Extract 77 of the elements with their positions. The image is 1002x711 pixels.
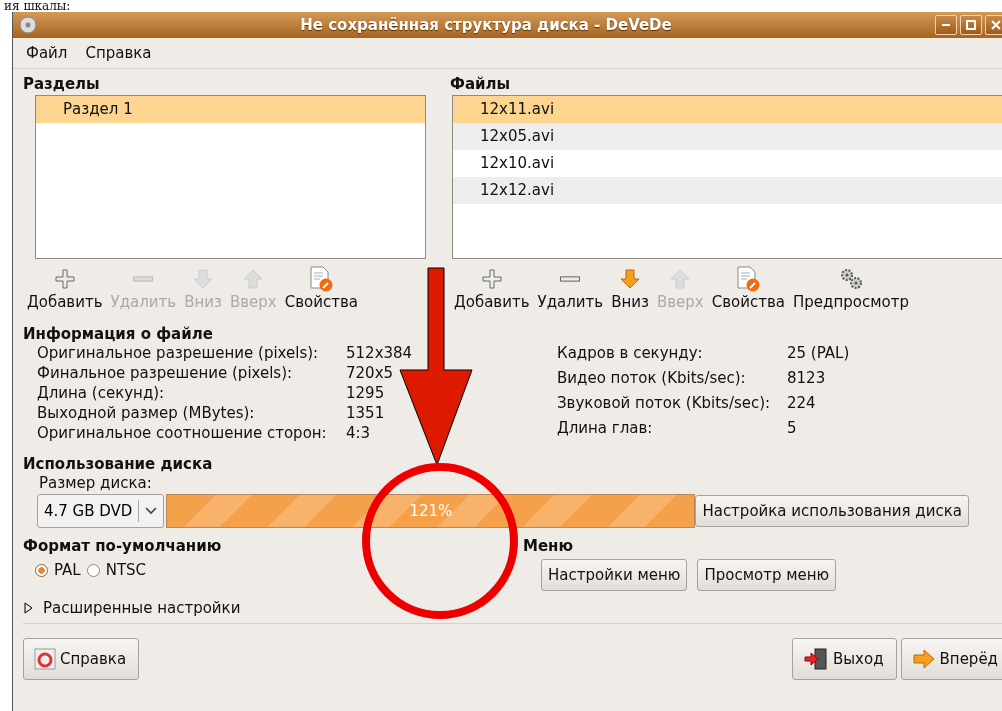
section-heading: Меню bbox=[523, 537, 575, 555]
menu-button[interactable]: Настройки меню bbox=[541, 559, 688, 591]
info-label: Длина глав: bbox=[557, 418, 654, 439]
info-label: Оригинальное разрешение (pixels): bbox=[37, 343, 320, 363]
toolbar-button[interactable]: Вниз bbox=[607, 265, 653, 311]
info-label: Оригинальное соотношение сторон: bbox=[37, 423, 328, 443]
disk-usage-settings-button[interactable]: Настройка использования диска bbox=[695, 495, 969, 527]
field-label: Размер диска: bbox=[38, 473, 153, 493]
menu-item[interactable]: Справка bbox=[85, 44, 152, 62]
plus-icon bbox=[480, 268, 503, 290]
info-label: Видео поток (Kbits/sec): bbox=[557, 368, 747, 389]
list-item[interactable]: Раздел 1 bbox=[36, 96, 425, 123]
info-label: Звуковой поток (Kbits/sec): bbox=[557, 393, 772, 414]
quit-button[interactable]: Выход bbox=[792, 638, 897, 680]
expander[interactable]: Расширенные настройки bbox=[23, 599, 1002, 617]
section-heading: Информация о файле bbox=[23, 325, 214, 343]
lifebuoy-icon bbox=[34, 648, 56, 670]
info-value: 1351 bbox=[346, 403, 386, 423]
disc-icon bbox=[19, 16, 37, 34]
list-item[interactable]: 12x10.avi bbox=[453, 150, 1002, 177]
page-caption: ия шкалы: bbox=[3, 0, 72, 12]
document-wrench-icon bbox=[735, 266, 762, 292]
radio-button[interactable]: NTSC bbox=[86, 561, 147, 579]
minimize-icon bbox=[942, 24, 950, 26]
toolbar-button[interactable]: Удалить bbox=[533, 265, 608, 311]
plus-icon bbox=[53, 268, 76, 290]
expander-label: Расширенные настройки bbox=[43, 599, 241, 617]
maximize-button[interactable] bbox=[960, 15, 982, 35]
section-heading: Формат по-умолчанию bbox=[23, 537, 223, 555]
toolbar-button[interactable]: Добавить bbox=[23, 265, 107, 311]
next-button[interactable]: Вперёд bbox=[900, 638, 1002, 680]
toolbar-button[interactable]: Свойства bbox=[707, 265, 789, 311]
right-arrow-icon bbox=[911, 649, 936, 669]
expander-triangle-icon bbox=[23, 602, 33, 614]
info-value: 4:3 bbox=[346, 423, 372, 443]
toolbar-button[interactable]: Предпросмотр bbox=[789, 265, 913, 311]
section-heading: Файлы bbox=[450, 75, 512, 93]
window-title: Не сохранённая структура диска - DeVeDe bbox=[299, 16, 673, 34]
disk-size-dropdown[interactable]: 4.7 GB DVD bbox=[37, 494, 165, 528]
help-button[interactable]: Справка bbox=[23, 638, 140, 680]
close-icon bbox=[991, 20, 1001, 30]
list-item[interactable]: 12x11.avi bbox=[453, 96, 1002, 123]
radio-circle[interactable] bbox=[86, 563, 100, 577]
info-label: Выходной размер (MBytes): bbox=[37, 403, 256, 423]
toolbar-button[interactable]: Свойства bbox=[280, 265, 362, 311]
radio-button[interactable]: PAL bbox=[35, 561, 81, 579]
info-value: 25 (PAL) bbox=[787, 343, 850, 364]
down-arrow-icon bbox=[192, 268, 215, 290]
usage-percent: 121% bbox=[408, 501, 454, 522]
info-value: 5 bbox=[787, 418, 798, 439]
list-item[interactable]: 12x12.avi bbox=[453, 177, 1002, 204]
minus-icon bbox=[133, 276, 154, 282]
up-arrow-icon bbox=[669, 268, 692, 290]
info-value: 224 bbox=[787, 393, 817, 414]
close-button[interactable] bbox=[985, 15, 1002, 35]
maximize-icon bbox=[966, 20, 976, 30]
info-value: 1295 bbox=[346, 383, 386, 403]
minimize-button[interactable] bbox=[935, 15, 957, 35]
toolbar-button[interactable]: Добавить bbox=[450, 265, 534, 311]
info-label: Длина (секунд): bbox=[37, 383, 166, 403]
menu-button[interactable]: Просмотр меню bbox=[697, 559, 837, 591]
radio-circle[interactable] bbox=[35, 563, 48, 577]
info-value: 720x5 bbox=[346, 363, 395, 383]
info-label: Кадров в секунду: bbox=[557, 343, 704, 364]
info-label: Финальное разрешение (pixels): bbox=[37, 363, 294, 383]
document-wrench-icon bbox=[308, 266, 335, 292]
up-arrow-icon bbox=[242, 268, 265, 290]
list-item[interactable]: 12x05.avi bbox=[453, 123, 1002, 150]
chevron-down-icon bbox=[145, 507, 158, 515]
section-heading: Разделы bbox=[23, 75, 101, 93]
down-arrow-icon bbox=[619, 268, 642, 290]
minus-icon bbox=[560, 276, 581, 282]
exit-door-icon bbox=[803, 648, 829, 670]
info-value: 512x384 bbox=[346, 343, 414, 363]
section-heading: Использование диска bbox=[23, 455, 214, 473]
menu-item[interactable]: Файл bbox=[26, 44, 68, 62]
info-value: 8123 bbox=[787, 368, 827, 389]
